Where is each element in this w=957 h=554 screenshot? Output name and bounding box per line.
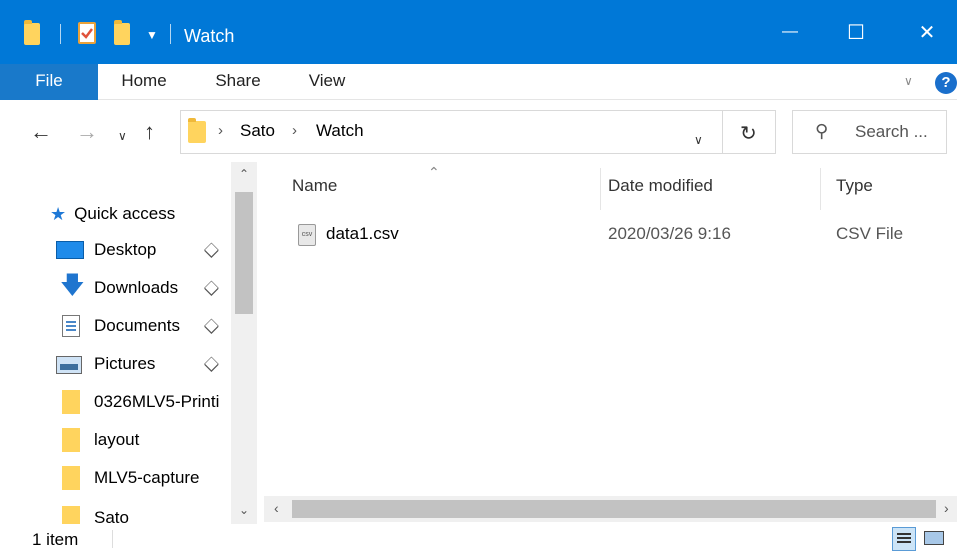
details-view-button[interactable] (892, 527, 916, 551)
sidebar-item-folder[interactable]: layout (54, 424, 139, 456)
sidebar-item-label: layout (94, 430, 140, 449)
folder-icon (54, 506, 84, 524)
divider (170, 24, 171, 44)
customize-toolbar-icon[interactable]: ▼ (146, 29, 158, 41)
breadcrumb-separator: › (218, 122, 223, 139)
status-bar: 1 item (0, 524, 957, 554)
sidebar-item-label: Desktop (94, 240, 157, 259)
pin-icon[interactable]: ❏ (201, 316, 222, 337)
forward-arrow-icon[interactable]: → (76, 118, 98, 146)
nav-scrollbar[interactable]: ⌃ ⌄ (231, 162, 257, 524)
refresh-button[interactable]: ↻ (722, 110, 776, 154)
column-divider[interactable] (820, 168, 821, 210)
folder-icon (54, 466, 84, 490)
search-icon: ⚲ (815, 121, 829, 141)
column-divider[interactable] (600, 168, 601, 210)
expand-ribbon-icon[interactable]: ∨ (904, 74, 913, 88)
sidebar-item-folder[interactable]: MLV5-capture (54, 462, 200, 494)
ribbon: File Home Share View ∨ ? (0, 64, 957, 100)
refresh-icon: ↻ (740, 123, 757, 145)
pin-icon[interactable]: ❏ (201, 240, 222, 261)
sidebar-item-label: Sato (94, 508, 129, 524)
recent-locations-icon[interactable]: ∨ (118, 122, 127, 150)
title-bar: ▼ Watch — ☐ ✕ (0, 0, 957, 64)
sidebar-item-folder[interactable]: 0326MLV5-Printi (54, 386, 219, 418)
file-name: data1.csv (326, 224, 399, 243)
scroll-left-icon[interactable]: ‹ (274, 501, 279, 515)
properties-icon[interactable] (78, 22, 96, 44)
large-icons-view-icon (924, 531, 944, 545)
tab-file[interactable]: File (0, 64, 98, 100)
minimize-button[interactable]: — (760, 0, 820, 64)
address-dropdown-icon[interactable]: ∨ (694, 126, 703, 154)
scroll-right-icon[interactable]: › (944, 501, 949, 515)
folder-icon (188, 118, 206, 143)
file-row[interactable]: csv data1.csv 2020/03/26 9:16 CSV File (292, 220, 942, 252)
file-date-modified: 2020/03/26 9:16 (608, 224, 731, 243)
pin-icon[interactable]: ❏ (201, 354, 222, 375)
folder-icon (54, 390, 84, 414)
scroll-up-icon[interactable]: ⌃ (239, 168, 249, 180)
maximize-icon: ☐ (847, 21, 865, 44)
divider (112, 530, 113, 548)
help-icon[interactable]: ? (935, 72, 957, 94)
star-icon: ★ (50, 203, 67, 224)
breadcrumb-separator: › (292, 122, 297, 139)
up-arrow-icon[interactable]: ↑ (144, 118, 155, 146)
breadcrumb-sato[interactable]: Sato (240, 121, 275, 141)
folder-icon (54, 428, 84, 452)
sidebar-item-label: MLV5-capture (94, 468, 200, 487)
sidebar-item-downloads[interactable]: 🡇 Downloads (54, 272, 178, 304)
new-folder-icon[interactable] (114, 20, 130, 45)
large-icons-view-button[interactable] (922, 527, 946, 551)
details-view-icon (897, 533, 911, 535)
scroll-down-icon[interactable]: ⌄ (239, 504, 249, 516)
pin-icon[interactable]: ❏ (201, 278, 222, 299)
column-header-type[interactable]: Type (836, 176, 873, 196)
sidebar-item-label: Documents (94, 316, 180, 335)
sidebar-item-folder[interactable]: Sato (54, 502, 129, 524)
tab-view[interactable]: View (294, 64, 360, 100)
close-button[interactable]: ✕ (897, 0, 957, 64)
scrollbar-thumb[interactable] (235, 192, 253, 314)
item-count: 1 item (32, 530, 79, 549)
window-title: Watch (184, 26, 235, 46)
close-icon: ✕ (918, 21, 936, 44)
folder-icon (24, 20, 40, 45)
navigation-pane: ★ Quick access Desktop ❏ 🡇 Downloads ❏ D… (0, 162, 262, 524)
sidebar-item-label: Downloads (94, 278, 179, 297)
divider (60, 24, 61, 44)
column-header-name[interactable]: Name (292, 176, 337, 196)
column-header-date[interactable]: Date modified (608, 176, 713, 196)
sort-ascending-icon: ⌃ (428, 164, 440, 180)
sidebar-item-quick-access[interactable]: ★ Quick access (50, 198, 175, 230)
scrollbar-thumb[interactable] (292, 500, 936, 518)
sidebar-item-pictures[interactable]: Pictures (54, 348, 155, 380)
back-arrow-icon[interactable]: ← (30, 118, 52, 146)
sidebar-item-label: Quick access (74, 204, 176, 223)
search-placeholder: Search ... (855, 122, 928, 141)
search-input[interactable]: ⚲ Search ... (792, 110, 947, 154)
sidebar-item-desktop[interactable]: Desktop (54, 234, 156, 266)
sidebar-item-documents[interactable]: Documents (54, 310, 180, 342)
file-type: CSV File (836, 224, 904, 243)
tab-share[interactable]: Share (202, 64, 274, 100)
minimize-icon: — (782, 23, 798, 40)
content-horizontal-scrollbar[interactable]: ‹ › (264, 496, 957, 522)
pictures-icon (54, 352, 84, 376)
breadcrumb-watch[interactable]: Watch (316, 121, 364, 141)
downloads-icon: 🡇 (60, 272, 85, 299)
documents-icon (54, 314, 84, 338)
csv-file-icon: csv (298, 224, 316, 246)
desktop-icon (54, 238, 84, 262)
maximize-button[interactable]: ☐ (826, 0, 886, 64)
tab-home[interactable]: Home (108, 64, 180, 100)
sidebar-item-label: 0326MLV5-Printi (94, 392, 220, 411)
file-icon-label: csv (301, 231, 313, 238)
sidebar-item-label: Pictures (94, 354, 156, 373)
